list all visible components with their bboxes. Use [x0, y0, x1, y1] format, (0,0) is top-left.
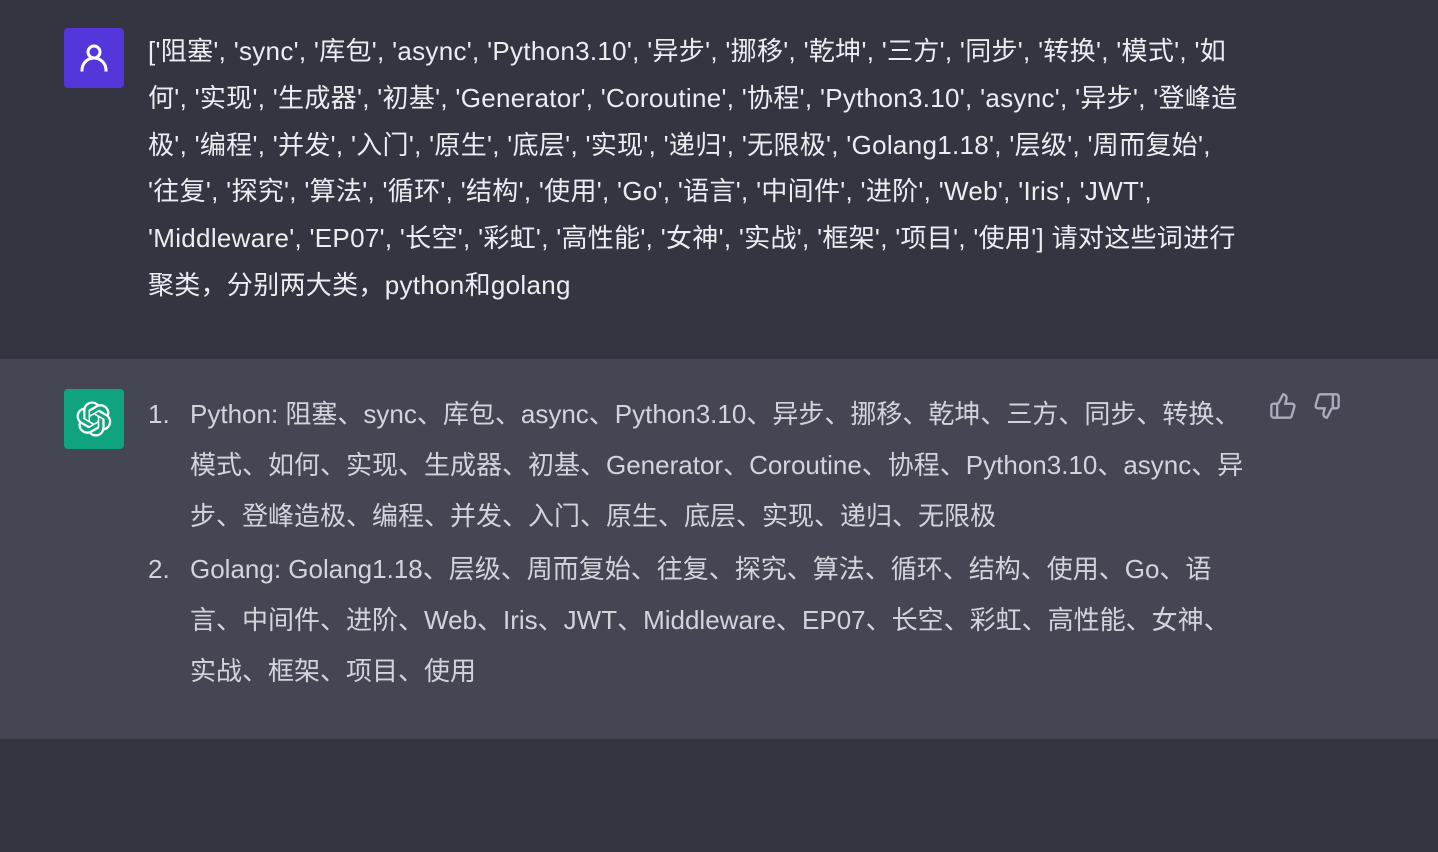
assistant-avatar	[64, 389, 124, 449]
user-icon	[76, 40, 112, 76]
thumbs-down-icon	[1313, 392, 1341, 420]
assistant-content-wrapper: Python: 阻塞、sync、库包、async、Python3.10、异步、挪…	[148, 389, 1374, 699]
thumbs-down-button[interactable]	[1312, 391, 1342, 421]
thumbs-up-icon	[1269, 392, 1297, 420]
openai-icon	[76, 401, 112, 437]
user-message-row: ['阻塞', 'sync', '库包', 'async', 'Python3.1…	[0, 0, 1438, 359]
assistant-message-row: Python: 阻塞、sync、库包、async、Python3.10、异步、挪…	[0, 359, 1438, 739]
thumbs-up-button[interactable]	[1268, 391, 1298, 421]
feedback-buttons	[1268, 389, 1342, 699]
assistant-response-list: Python: 阻塞、sync、库包、async、Python3.10、异步、挪…	[148, 389, 1248, 697]
assistant-message-content: Python: 阻塞、sync、库包、async、Python3.10、异步、挪…	[148, 389, 1248, 699]
user-message-content: ['阻塞', 'sync', '库包', 'async', 'Python3.1…	[148, 28, 1248, 309]
user-avatar	[64, 28, 124, 88]
list-item: Golang: Golang1.18、层级、周而复始、往复、探究、算法、循环、结…	[148, 544, 1248, 697]
list-item: Python: 阻塞、sync、库包、async、Python3.10、异步、挪…	[148, 389, 1248, 542]
